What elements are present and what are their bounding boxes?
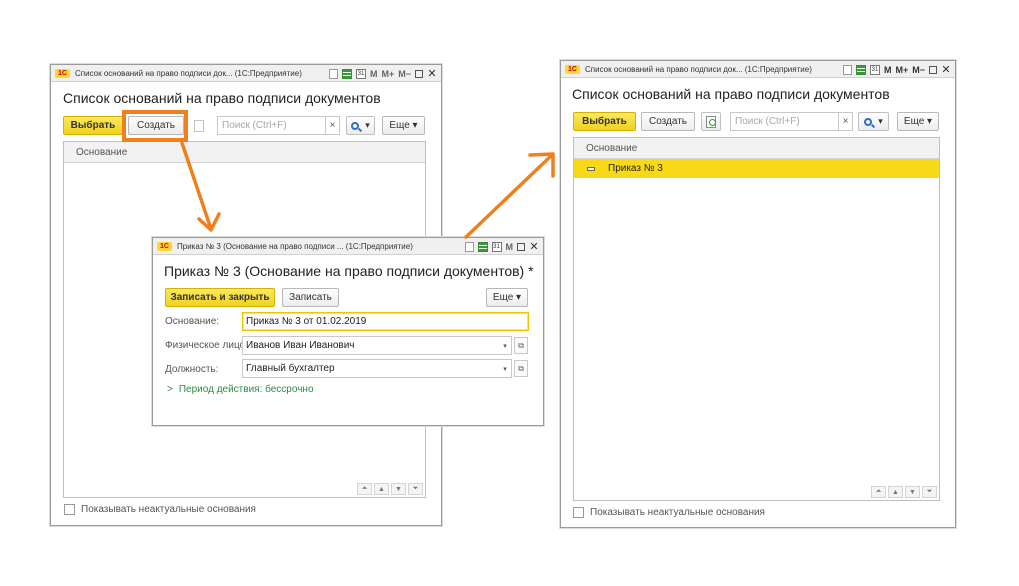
arrow-up-to-right-window [464,153,554,239]
flow-arrows [180,141,555,239]
arrow-down-to-dialog [180,141,212,228]
